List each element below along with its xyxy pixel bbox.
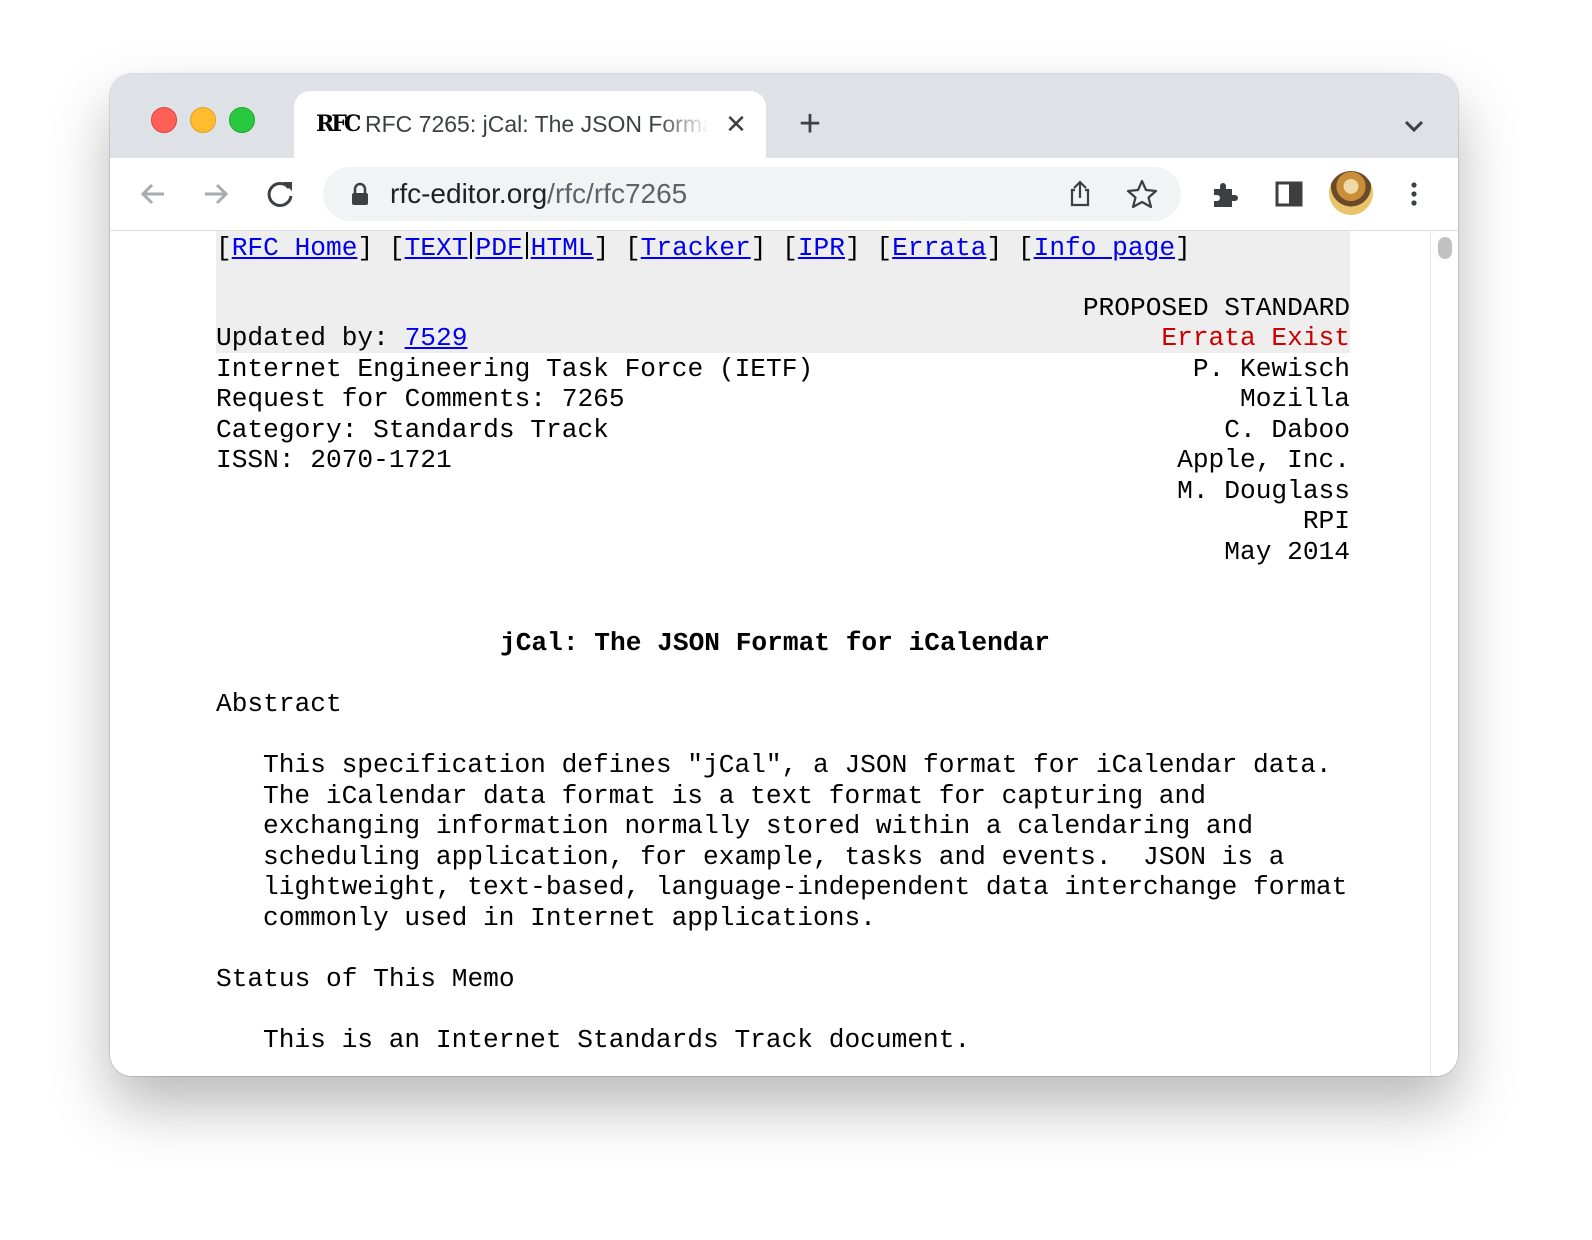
browser-toolbar: rfc-editor.org/rfc/rfc7265 (110, 158, 1458, 231)
url-host: rfc-editor.org (390, 178, 548, 209)
document-title: jCal: The JSON Format for iCalendar (499, 628, 1051, 658)
separator (470, 232, 473, 259)
header-right-line: Apple, Inc. (1177, 445, 1350, 475)
header-right-line: M. Douglass (1177, 476, 1350, 506)
tab-search-chevron-icon[interactable] (1396, 108, 1432, 144)
minimize-window-button[interactable] (190, 107, 216, 133)
address-bar[interactable]: rfc-editor.org/rfc/rfc7265 (323, 167, 1181, 221)
abstract-line: lightweight, text-based, language-indepe… (263, 872, 1348, 902)
rfc-favicon-icon: RFC (316, 111, 361, 137)
tab-title: RFC 7265: jCal: The JSON Format for iCal… (365, 111, 709, 137)
rfc-nav-links: [RFC Home] [TEXT PDF HTML] [Tracker] [IPR]… (216, 232, 1191, 263)
menu-kebab-icon[interactable] (1396, 176, 1432, 212)
updated-by-rfc-link[interactable]: 7529 (405, 323, 468, 353)
header-right-line: RPI (1302, 506, 1350, 536)
scrollbar-thumb[interactable] (1438, 237, 1452, 259)
close-window-button[interactable] (151, 107, 177, 133)
header-right-line: C. Daboo (1224, 415, 1350, 445)
tracker-link[interactable]: Tracker (641, 233, 751, 263)
side-panel-icon[interactable] (1271, 176, 1307, 212)
title-bar: RFC RFC 7265: jCal: The JSON Format for … (110, 74, 1458, 158)
errata-exist-label[interactable]: Errata Exist (1161, 323, 1350, 353)
info-page-link[interactable]: Info page (1034, 233, 1175, 263)
updated-by: Updated by: 7529 (216, 323, 467, 353)
header-left-line: Internet Engineering Task Force (IETF) (216, 354, 814, 384)
zoom-window-button[interactable] (229, 107, 255, 133)
errata-link[interactable]: Errata (892, 233, 986, 263)
separator (525, 232, 528, 259)
abstract-line: scheduling application, for example, tas… (263, 842, 1285, 872)
share-icon[interactable] (1065, 179, 1095, 209)
header-left-line: ISSN: 2070-1721 (216, 445, 452, 475)
status-line: This is an Internet Standards Track docu… (263, 1025, 971, 1055)
bookmark-star-icon[interactable] (1126, 179, 1158, 209)
url-text[interactable]: rfc-editor.org/rfc/rfc7265 (390, 179, 687, 209)
page-content: [RFC Home] [TEXT PDF HTML] [Tracker] [IPR]… (110, 231, 1430, 1076)
pdf-link[interactable]: PDF (475, 233, 522, 263)
extensions-puzzle-icon[interactable] (1208, 176, 1244, 212)
header-left-line: Category: Standards Track (216, 415, 609, 445)
reload-icon[interactable] (262, 176, 298, 212)
abstract-line: exchanging information normally stored w… (263, 811, 1254, 841)
new-tab-button[interactable]: + (790, 105, 830, 143)
ipr-link[interactable]: IPR (798, 233, 845, 263)
header-right-line: May 2014 (1224, 537, 1350, 567)
forward-arrow-icon[interactable] (198, 176, 234, 212)
vertical-scrollbar[interactable] (1430, 231, 1458, 1076)
header-right-line: Mozilla (1239, 384, 1350, 414)
abstract-line: The iCalendar data format is a text form… (263, 781, 1206, 811)
status-label: PROPOSED STANDARD (1082, 293, 1350, 323)
lock-icon[interactable] (349, 182, 371, 206)
header-right-line: P. Kewisch (1192, 354, 1350, 384)
tab-close-icon[interactable]: ✕ (721, 109, 751, 139)
browser-window: RFC RFC 7265: jCal: The JSON Format for … (110, 74, 1458, 1076)
browser-tab-active[interactable]: RFC RFC 7265: jCal: The JSON Format for … (294, 91, 766, 158)
back-arrow-icon[interactable] (135, 176, 171, 212)
abstract-heading: Abstract (216, 689, 342, 719)
status-heading: Status of This Memo (216, 964, 515, 994)
abstract-line: commonly used in Internet applications. (263, 903, 876, 933)
header-left-line: Request for Comments: 7265 (216, 384, 625, 414)
abstract-line: This specification defines "jCal", a JSO… (263, 750, 1332, 780)
text-link[interactable]: TEXT (405, 233, 468, 263)
updated-by-label: Updated by: (216, 323, 405, 353)
url-path: /rfc/rfc7265 (547, 178, 688, 209)
profile-avatar[interactable] (1329, 171, 1373, 215)
rfc-home-link[interactable]: RFC Home (232, 233, 358, 263)
html-link[interactable]: HTML (531, 233, 594, 263)
